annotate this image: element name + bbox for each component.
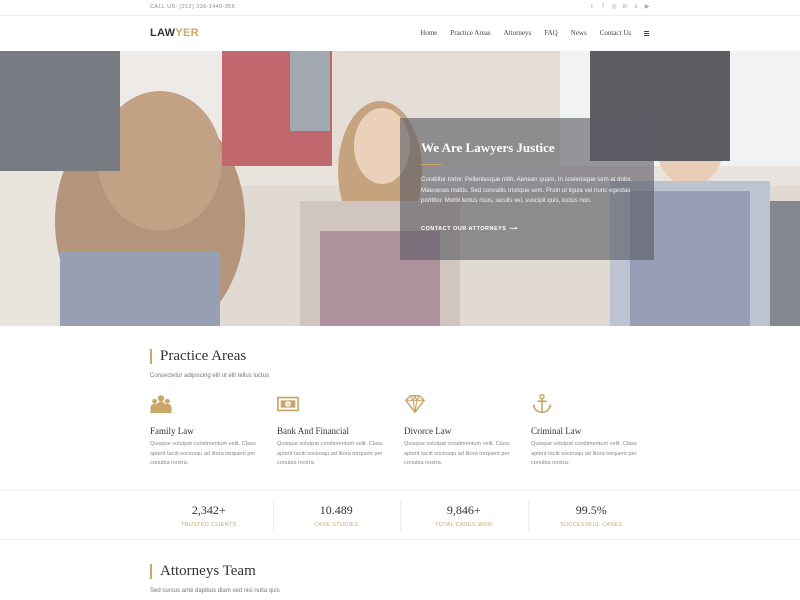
practice-item-title: Bank And Financial: [277, 426, 349, 436]
twitter-icon[interactable]: t: [589, 3, 595, 11]
nav-contact-us[interactable]: Contact Us: [600, 29, 631, 37]
stat-trusted-clients: 2,342+ TRUSTED CLIENTS: [145, 491, 273, 541]
skype-icon[interactable]: s: [633, 3, 639, 11]
social-links: t f ◎ in s ▶: [589, 3, 650, 11]
stat-label: SUCCESSFUL CASES: [560, 522, 623, 528]
practice-item-text: Quisque volutpat condimentum velit. Clas…: [531, 441, 637, 466]
stat-value: 9,846+: [446, 503, 481, 517]
logo-part-law: LAW: [150, 27, 176, 39]
practice-item-text: Quisque volutpat condimentum velit. Clas…: [277, 441, 383, 466]
hero-title: We Are Lawyers Justice: [421, 140, 555, 155]
practice-item-title: Criminal Law: [531, 426, 582, 436]
practice-item-text: Quisque volutpat condimentum velit. Clas…: [404, 441, 510, 466]
contact-attorneys-label: CONTACT OUR ATTORNEYS: [421, 226, 507, 232]
stat-value: 2,342+: [191, 503, 226, 517]
practice-item-title: Divorce Law: [404, 426, 452, 436]
practice-item-family-law[interactable]: Family Law Quisque volutpat condimentum …: [150, 393, 277, 469]
stat-successful-cases: 99.5% SUCCESSFUL CASES: [527, 491, 656, 541]
stat-label: CASE STUDIES: [314, 522, 359, 528]
contact-attorneys-link[interactable]: CONTACT OUR ATTORNEYS ⟶: [421, 226, 518, 232]
nav-home[interactable]: Home: [420, 29, 437, 37]
hero-text: Curabitur tortor. Pellentesque nibh. Aen…: [421, 176, 633, 204]
hero-caption-box: We Are Lawyers Justice Curabitur tortor.…: [400, 118, 654, 260]
logo-part-yer: YER: [175, 27, 199, 39]
call-us-text: CALL US: (212) 336-1440-356: [150, 4, 236, 10]
anchor-icon: [532, 393, 552, 414]
stats-bar: 2,342+ TRUSTED CLIENTS 10.489 CASE STUDI…: [0, 490, 800, 540]
practice-item-divorce-law[interactable]: Divorce Law Quisque volutpat condimentum…: [404, 393, 531, 469]
stat-label: TOTAL CASES WON: [435, 522, 493, 528]
youtube-icon[interactable]: ▶: [644, 3, 650, 11]
stats-row: 2,342+ TRUSTED CLIENTS 10.489 CASE STUDI…: [145, 491, 655, 541]
practice-areas-subtitle: Consectetur adipiscing elit ut elit tell…: [150, 373, 270, 379]
site-logo[interactable]: LAWYER: [150, 27, 199, 39]
instagram-icon[interactable]: ◎: [611, 3, 617, 11]
stat-value: 10.489: [319, 503, 353, 517]
hamburger-menu-icon[interactable]: [644, 30, 650, 36]
attorneys-team-title: Attorneys Team: [150, 564, 256, 579]
stat-value: 99.5%: [575, 503, 607, 517]
top-bar: CALL US: (212) 336-1440-356 t f ◎ in s ▶: [0, 0, 800, 16]
practice-item-bank-financial[interactable]: $ Bank And Financial Quisque volutpat co…: [277, 393, 404, 469]
stat-label: TRUSTED CLIENTS: [180, 522, 237, 528]
nav-practice-areas[interactable]: Practice Areas: [450, 29, 490, 37]
linkedin-icon[interactable]: in: [622, 3, 628, 11]
nav-news[interactable]: News: [571, 29, 587, 37]
arrow-right-icon: ⟶: [509, 226, 518, 232]
hero-title-rule: [421, 164, 442, 165]
practice-item-title: Family Law: [150, 426, 194, 436]
hero-banner: We Are Lawyers Justice Curabitur tortor.…: [0, 51, 800, 326]
diamond-icon: [405, 394, 425, 413]
practice-areas-list: Family Law Quisque volutpat condimentum …: [150, 393, 660, 469]
stat-total-cases-won: 9,846+ TOTAL CASES WON: [400, 491, 528, 541]
nav-faq[interactable]: FAQ: [544, 29, 557, 37]
nav-attorneys[interactable]: Attorneys: [504, 29, 532, 37]
attorneys-team-subtitle: Sed cursus ante dapibus diam sed nisi nu…: [150, 588, 280, 594]
money-icon: $: [277, 396, 299, 412]
main-nav: Home Practice Areas Attorneys FAQ News C…: [407, 29, 650, 37]
facebook-icon[interactable]: f: [600, 3, 606, 11]
practice-item-text: Quisque volutpat condimentum velit. Clas…: [150, 441, 256, 466]
stat-case-studies: 10.489 CASE STUDIES: [272, 491, 401, 541]
practice-areas-title: Practice Areas: [150, 349, 246, 364]
group-icon: [150, 395, 172, 414]
site-header: LAWYER Home Practice Areas Attorneys FAQ…: [0, 16, 800, 51]
practice-item-criminal-law[interactable]: Criminal Law Quisque volutpat condimentu…: [531, 393, 658, 469]
